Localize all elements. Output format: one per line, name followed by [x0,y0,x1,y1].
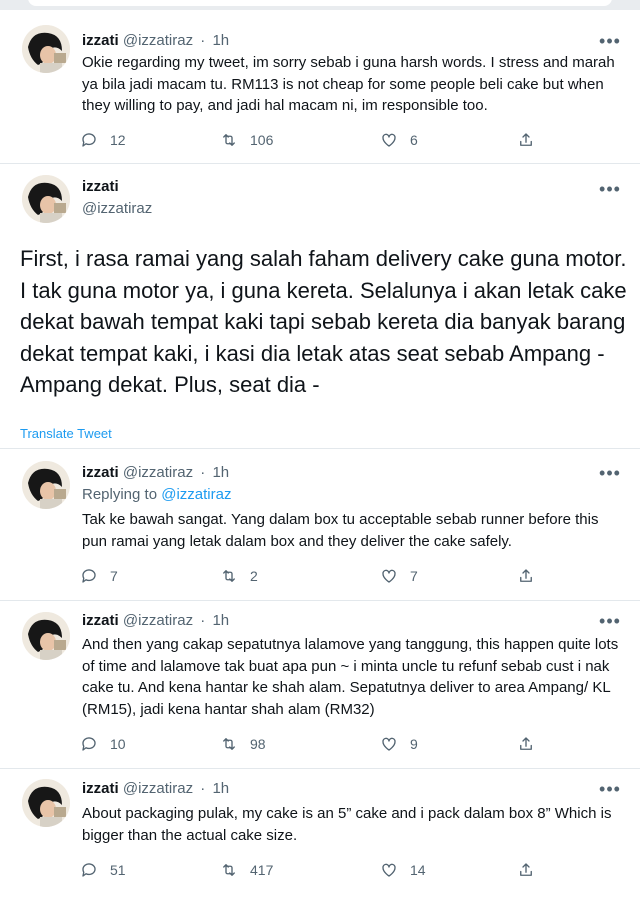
reply-icon [82,863,96,877]
divider [0,163,640,164]
user-handle[interactable]: @izzatiraz [123,32,193,49]
reply-count: 7 [110,568,118,584]
timestamp[interactable]: 1h [212,464,229,481]
share-button[interactable] [517,734,547,754]
like-count: 7 [410,568,418,584]
avatar[interactable] [22,25,70,73]
reply-button[interactable]: 7 [80,566,118,586]
avatar[interactable] [22,779,70,827]
like-icon [382,569,396,583]
like-count: 9 [410,736,418,752]
separator: · [200,780,206,797]
tweet-text: About packaging pulak, my cake is an 5” … [82,805,612,844]
like-icon [382,863,396,877]
tweet-header: izzati @izzatiraz · 1h [82,32,229,50]
replying-to: Replying to @izzatiraz [82,486,231,504]
previous-card-edge [0,0,640,10]
retweet-button[interactable]: 106 [220,130,273,150]
tweet-actions: 7 2 7 [80,566,550,586]
user-handle[interactable]: @izzatiraz [123,612,193,629]
translate-tweet-link[interactable]: Translate Tweet [20,426,112,441]
tweet-actions: 10 98 9 [80,734,550,754]
retweet-count: 98 [250,736,266,752]
like-icon [382,737,396,751]
retweet-button[interactable]: 98 [220,734,266,754]
tweet-header: izzati @izzatiraz · 1h [82,612,229,630]
user-handle[interactable]: @izzatiraz [82,200,152,217]
replying-to-handle[interactable]: @izzatiraz [161,486,231,503]
like-button[interactable]: 7 [380,566,418,586]
previous-card [28,0,612,6]
avatar[interactable] [22,175,70,223]
tweet-header: izzati @izzatiraz · 1h [82,780,229,798]
retweet-icon [223,738,235,750]
reply-icon [82,569,96,583]
avatar[interactable] [22,461,70,509]
share-icon [520,863,532,876]
divider [0,600,640,601]
share-icon [520,133,532,146]
tweet-text: Okie regarding my tweet, im sorry sebab … [82,54,615,114]
avatar[interactable] [22,612,70,660]
display-name[interactable]: izzati [82,464,119,481]
retweet-icon [223,570,235,582]
tweet-actions: 12 106 6 [80,130,550,150]
share-button[interactable] [517,566,547,586]
user-handle[interactable]: @izzatiraz [123,780,193,797]
retweet-icon [223,864,235,876]
share-button[interactable] [517,130,547,150]
retweet-button[interactable]: 417 [220,860,273,880]
display-name[interactable]: izzati [82,178,119,195]
like-icon [382,133,396,147]
reply-button[interactable]: 12 [80,130,126,150]
reply-button[interactable]: 10 [80,734,126,754]
main-tweet-text: First, i rasa ramai yang salah faham del… [20,246,627,397]
reply-button[interactable]: 51 [80,860,126,880]
share-button[interactable] [517,860,547,880]
reply-icon [82,737,96,751]
more-icon[interactable]: ••• [598,612,622,630]
separator: · [200,32,206,49]
display-name[interactable]: izzati [82,780,119,797]
more-icon[interactable]: ••• [598,464,622,482]
retweet-icon [223,134,235,146]
reply-icon [82,133,96,147]
tweet-header: izzati @izzatiraz · 1h [82,464,229,482]
reply-count: 51 [110,862,126,878]
divider [0,768,640,769]
display-name[interactable]: izzati [82,32,119,49]
timestamp[interactable]: 1h [212,612,229,629]
timestamp[interactable]: 1h [212,780,229,797]
reply-count: 10 [110,736,126,752]
retweet-count: 417 [250,862,274,878]
tweet-actions: 51 417 14 [80,860,550,880]
reply-count: 12 [110,132,126,148]
like-button[interactable]: 6 [380,130,418,150]
like-count: 14 [410,862,426,878]
share-icon [520,569,532,582]
like-button[interactable]: 9 [380,734,418,754]
like-count: 6 [410,132,418,148]
user-handle[interactable]: @izzatiraz [123,464,193,481]
like-button[interactable]: 14 [380,860,426,880]
retweet-count: 106 [250,132,274,148]
replying-to-label: Replying to [82,486,158,503]
separator: · [200,612,206,629]
retweet-button[interactable]: 2 [220,566,258,586]
retweet-count: 2 [250,568,258,584]
share-icon [520,737,532,750]
display-name[interactable]: izzati [82,612,119,629]
more-icon[interactable]: ••• [598,780,622,798]
divider [0,448,640,449]
separator: · [200,464,206,481]
tweet-text: Tak ke bawah sangat. Yang dalam box tu a… [82,511,599,550]
more-icon[interactable]: ••• [598,32,622,50]
more-icon[interactable]: ••• [598,180,622,198]
timestamp[interactable]: 1h [212,32,229,49]
tweet-text: And then yang cakap sepatutnya lalamove … [82,636,619,718]
